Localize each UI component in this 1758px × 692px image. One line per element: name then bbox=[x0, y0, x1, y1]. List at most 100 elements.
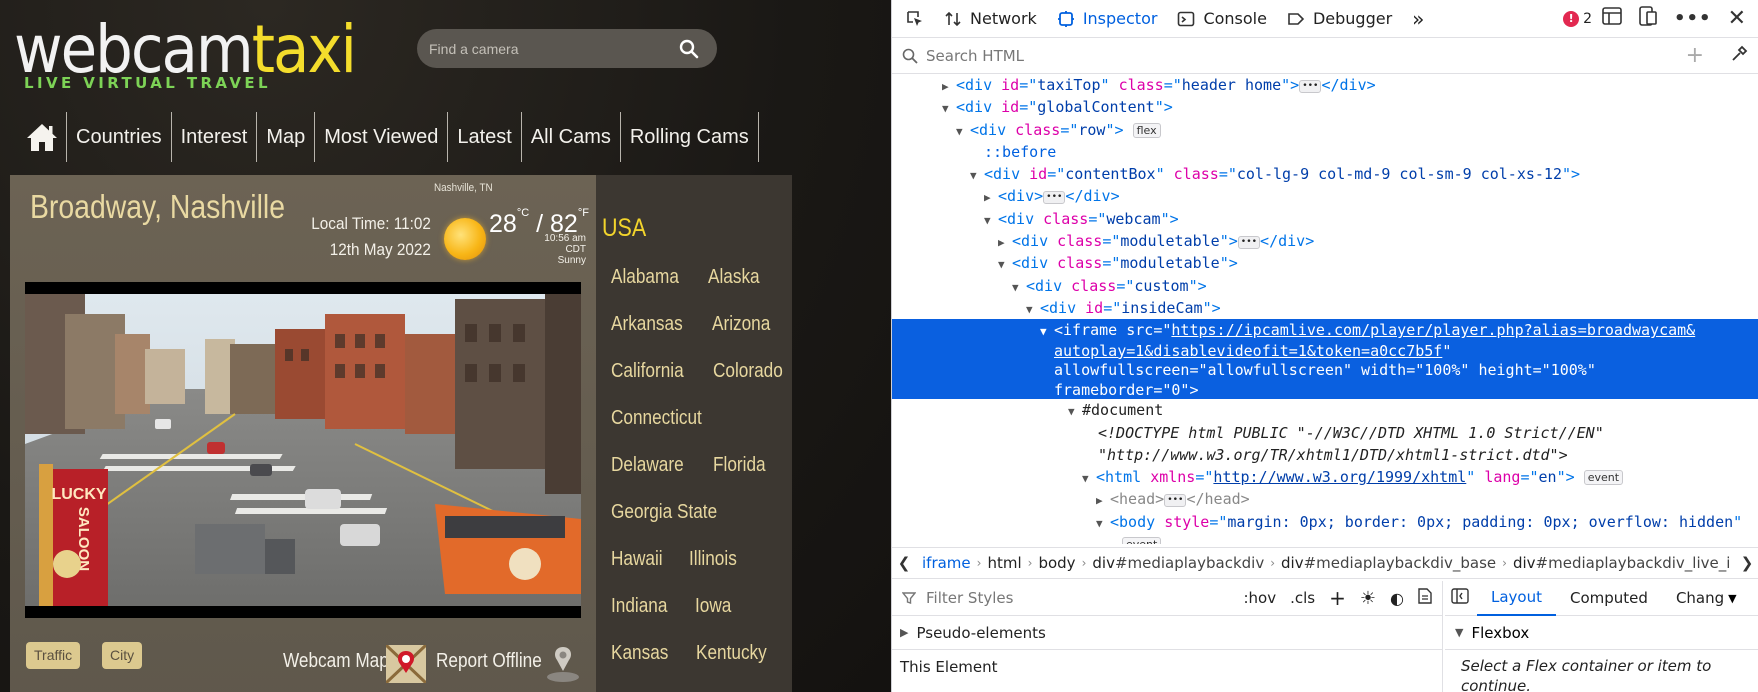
tree-node-custom[interactable]: ▼ <div class="custom"> bbox=[892, 275, 1758, 297]
map-pin-icon[interactable] bbox=[545, 645, 581, 687]
tree-node-globalcontent[interactable]: ▼ <div id="globalContent"> bbox=[892, 96, 1758, 118]
nav-item-interest[interactable]: Interest bbox=[172, 112, 257, 162]
tag-traffic[interactable]: Traffic bbox=[26, 642, 81, 669]
state-link-delaware[interactable]: Delaware bbox=[611, 454, 684, 501]
state-link-illinois[interactable]: Illinois bbox=[689, 548, 737, 595]
dark-mode-icon[interactable]: ◐ bbox=[1390, 589, 1404, 608]
nav-item-latest[interactable]: Latest bbox=[448, 112, 520, 162]
state-link-kansas[interactable]: Kansas bbox=[611, 642, 668, 689]
hov-toggle[interactable]: :hov bbox=[1244, 589, 1277, 607]
sidebar-country-title[interactable]: USA bbox=[602, 214, 646, 243]
tree-node-div[interactable]: ▶ <div> ••• </div> bbox=[892, 185, 1758, 207]
webcam-map-link[interactable]: Webcam Map bbox=[283, 650, 389, 673]
tree-node-before[interactable]: ::before bbox=[892, 141, 1758, 163]
home-icon[interactable] bbox=[18, 112, 66, 162]
state-link-georgia-state[interactable]: Georgia State bbox=[611, 501, 717, 548]
tree-node-contentbox[interactable]: ▼ <div id="contentBox" class="col-lg-9 co… bbox=[892, 163, 1758, 185]
collapse-arrow-icon[interactable]: ▼ bbox=[998, 254, 1012, 276]
state-link-florida[interactable]: Florida bbox=[713, 454, 766, 501]
breadcrumb-item[interactable]: iframe bbox=[916, 554, 977, 572]
split-console-icon[interactable] bbox=[1602, 7, 1622, 30]
collapse-arrow-icon[interactable]: ▼ bbox=[942, 98, 956, 120]
error-count[interactable]: ! 2 bbox=[1563, 10, 1602, 27]
chevron-left-icon[interactable]: ❮ bbox=[892, 554, 916, 572]
add-rule-icon[interactable]: + bbox=[1329, 586, 1346, 610]
collapse-arrow-icon[interactable]: ▼ bbox=[984, 210, 998, 232]
tree-node-html[interactable]: ▼ <html xmlns="http://www.w3.org/1999/xht… bbox=[892, 466, 1758, 488]
state-link-hawaii[interactable]: Hawaii bbox=[611, 548, 663, 595]
tree-node-head[interactable]: ▶ <head> ••• </head> bbox=[892, 488, 1758, 510]
state-link-kentucky[interactable]: Kentucky bbox=[696, 642, 767, 689]
flex-badge[interactable]: flex bbox=[1132, 122, 1161, 138]
collapse-arrow-icon[interactable]: ▼ bbox=[1096, 513, 1110, 535]
tab-network[interactable]: Network bbox=[934, 0, 1047, 38]
webcam-player[interactable]: LUCKY SALOON bbox=[25, 282, 581, 618]
more-tabs-icon[interactable]: » bbox=[1402, 0, 1434, 38]
flexbox-section[interactable]: ▼ Flexbox bbox=[1445, 616, 1758, 650]
responsive-design-icon[interactable] bbox=[1638, 6, 1658, 31]
collapse-arrow-icon[interactable]: ▼ bbox=[1012, 277, 1026, 299]
breadcrumb-item[interactable]: div#mediaplaybackdiv_live_i bbox=[1507, 554, 1735, 572]
tab-computed[interactable]: Computed bbox=[1556, 581, 1662, 616]
collapse-arrow-icon[interactable]: ▼ bbox=[1068, 401, 1082, 423]
tree-node-document[interactable]: ▼ #document bbox=[892, 399, 1758, 421]
tab-layout[interactable]: Layout bbox=[1477, 581, 1556, 616]
light-mode-icon[interactable]: ☀ bbox=[1360, 588, 1376, 609]
expand-arrow-icon[interactable]: ▶ bbox=[984, 187, 998, 209]
add-node-icon[interactable]: + bbox=[1686, 43, 1704, 68]
webcam-map-icon[interactable] bbox=[384, 643, 428, 687]
eyedropper-icon[interactable] bbox=[1730, 45, 1748, 67]
tag-city[interactable]: City bbox=[102, 642, 143, 669]
tree-node-taxitop[interactable]: ▶ <div id="taxiTop" class="header home"> •… bbox=[892, 74, 1758, 96]
report-offline-link[interactable]: Report Offline bbox=[436, 650, 542, 673]
state-link-indiana[interactable]: Indiana bbox=[611, 595, 667, 642]
tree-node-body[interactable]: ▼ <body style="margin: 0px; border: 0px; … bbox=[892, 511, 1758, 533]
collapse-arrow-icon[interactable]: ▼ bbox=[956, 121, 970, 143]
expand-arrow-icon[interactable]: ▶ bbox=[1096, 490, 1110, 512]
breadcrumb-item[interactable]: div#mediaplaybackdiv bbox=[1086, 554, 1270, 572]
tab-changes[interactable]: Chang bbox=[1662, 581, 1728, 616]
nav-item-map[interactable]: Map bbox=[257, 112, 314, 162]
collapse-arrow-icon[interactable]: ▼ bbox=[1455, 626, 1463, 639]
pseudo-elements-section[interactable]: ▶ Pseudo-elements bbox=[892, 616, 1442, 650]
tree-node-moduletable-1[interactable]: ▶ <div class="moduletable"> ••• </div> bbox=[892, 230, 1758, 252]
state-link-alabama[interactable]: Alabama bbox=[611, 266, 679, 313]
event-badge[interactable]: event bbox=[1122, 537, 1162, 544]
breadcrumb-item[interactable]: html bbox=[981, 554, 1027, 572]
tree-node-moduletable-2[interactable]: ▼ <div class="moduletable"> bbox=[892, 252, 1758, 274]
collapse-arrow-icon[interactable]: ▼ bbox=[1040, 322, 1054, 342]
state-link-alaska[interactable]: Alaska bbox=[708, 266, 760, 313]
tab-inspector[interactable]: Inspector bbox=[1047, 0, 1168, 38]
nav-item-all-cams[interactable]: All Cams bbox=[522, 112, 620, 162]
state-link-colorado[interactable]: Colorado bbox=[713, 360, 783, 407]
breadcrumb-item[interactable]: div#mediaplaybackdiv_base bbox=[1275, 554, 1502, 572]
tree-node-doctype[interactable]: <!DOCTYPE html PUBLIC "-//W3C//DTD XHTML… bbox=[892, 422, 1758, 444]
tab-debugger[interactable]: Debugger bbox=[1277, 0, 1402, 38]
state-link-iowa[interactable]: Iowa bbox=[695, 595, 731, 642]
tree-node-webcam[interactable]: ▼ <div class="webcam"> bbox=[892, 208, 1758, 230]
state-link-california[interactable]: California bbox=[611, 360, 684, 407]
expand-arrow-icon[interactable]: ▶ bbox=[998, 232, 1012, 254]
more-options-icon[interactable]: ••• bbox=[1674, 8, 1712, 29]
event-badge[interactable]: event bbox=[1583, 470, 1624, 486]
state-link-arizona[interactable]: Arizona bbox=[712, 313, 770, 360]
state-link-arkansas[interactable]: Arkansas bbox=[611, 313, 683, 360]
cls-toggle[interactable]: .cls bbox=[1290, 589, 1315, 607]
nav-item-most-viewed[interactable]: Most Viewed bbox=[315, 112, 447, 162]
html-search-input[interactable]: Search HTML bbox=[926, 47, 1024, 65]
collapse-arrow-icon[interactable]: ▼ bbox=[970, 165, 984, 187]
tree-node-iframe-selected[interactable]: ▼ <iframe src="https://ipcamlive.com/play… bbox=[892, 319, 1758, 400]
state-link-connecticut[interactable]: Connecticut bbox=[611, 407, 702, 454]
collapse-arrow-icon[interactable]: ▼ bbox=[1082, 468, 1096, 490]
sidebar-toggle-icon[interactable] bbox=[1445, 588, 1477, 608]
expand-arrow-icon[interactable]: ▶ bbox=[900, 626, 908, 639]
search-icon[interactable] bbox=[679, 39, 699, 63]
print-media-icon[interactable] bbox=[1418, 588, 1432, 608]
tabs-overflow-icon[interactable]: ▼ bbox=[1728, 592, 1736, 605]
chevron-right-icon[interactable]: ❯ bbox=[1735, 554, 1758, 572]
filter-styles-input[interactable]: Filter Styles bbox=[926, 589, 1013, 607]
breadcrumb-item[interactable]: body bbox=[1032, 554, 1081, 572]
close-icon[interactable]: ✕ bbox=[1728, 6, 1746, 31]
tab-console[interactable]: Console bbox=[1167, 0, 1277, 38]
nav-item-countries[interactable]: Countries bbox=[67, 112, 171, 162]
